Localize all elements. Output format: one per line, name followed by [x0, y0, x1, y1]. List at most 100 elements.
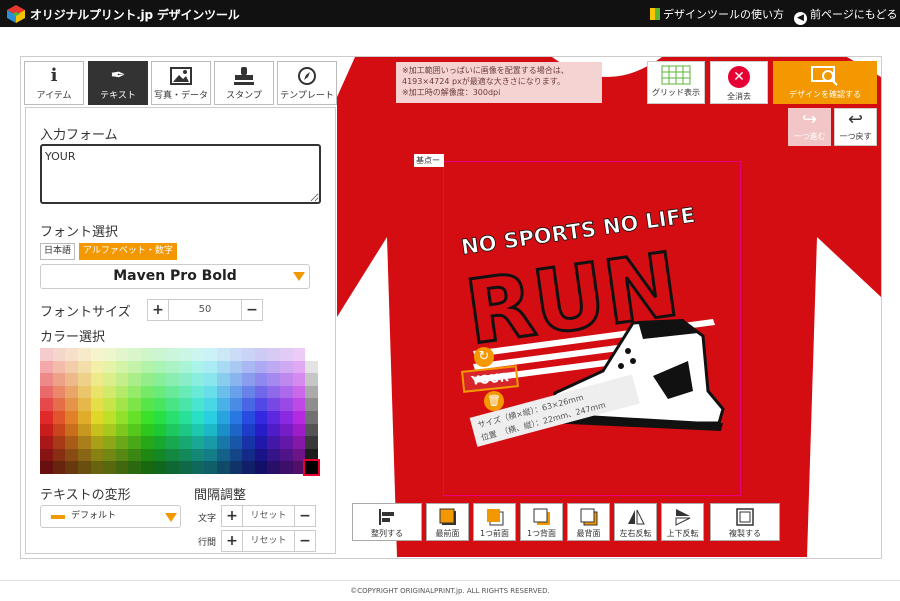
color-swatch[interactable] — [179, 461, 192, 474]
color-swatch[interactable] — [103, 385, 116, 399]
color-swatch[interactable] — [229, 461, 243, 474]
color-swatch[interactable] — [52, 411, 66, 424]
color-swatch[interactable] — [254, 448, 268, 462]
color-swatch[interactable] — [65, 423, 78, 437]
color-swatch[interactable] — [292, 398, 306, 411]
color-swatch[interactable] — [267, 436, 281, 449]
color-swatch[interactable] — [216, 348, 230, 361]
color-swatch[interactable] — [153, 360, 167, 374]
color-swatch[interactable] — [292, 423, 306, 437]
color-swatch[interactable] — [254, 423, 268, 437]
color-swatch[interactable] — [128, 448, 142, 462]
color-swatch[interactable] — [229, 448, 243, 462]
color-palette[interactable] — [40, 348, 320, 476]
color-swatch[interactable] — [191, 348, 205, 361]
color-swatch[interactable] — [40, 436, 53, 449]
color-swatch[interactable] — [115, 373, 129, 386]
color-swatch[interactable] — [52, 398, 66, 411]
color-swatch[interactable] — [90, 385, 104, 399]
lang-japanese-button[interactable]: 日本語 — [40, 243, 76, 260]
color-swatch[interactable] — [153, 398, 167, 411]
color-swatch[interactable] — [77, 398, 91, 411]
color-swatch[interactable] — [153, 411, 167, 424]
color-swatch[interactable] — [204, 348, 217, 361]
color-swatch[interactable] — [166, 398, 179, 411]
color-swatch[interactable] — [216, 360, 230, 374]
color-swatch[interactable] — [128, 436, 142, 449]
color-swatch[interactable] — [166, 411, 179, 424]
color-swatch[interactable] — [303, 459, 320, 476]
color-swatch[interactable] — [254, 411, 268, 424]
color-swatch[interactable] — [153, 461, 167, 474]
color-swatch[interactable] — [103, 360, 116, 374]
color-swatch[interactable] — [103, 423, 116, 437]
color-swatch[interactable] — [40, 423, 53, 437]
color-swatch[interactable] — [40, 448, 53, 462]
color-swatch[interactable] — [90, 398, 104, 411]
color-swatch[interactable] — [65, 448, 78, 462]
color-swatch[interactable] — [191, 436, 205, 449]
tab-text[interactable]: ✒ テキスト — [88, 61, 148, 105]
color-swatch[interactable] — [65, 436, 78, 449]
color-swatch[interactable] — [103, 461, 116, 474]
color-swatch[interactable] — [305, 360, 318, 374]
color-swatch[interactable] — [216, 373, 230, 386]
color-swatch[interactable] — [65, 411, 78, 424]
lang-alnum-button[interactable]: アルファベット・数字 — [79, 243, 177, 260]
color-swatch[interactable] — [115, 461, 129, 474]
color-swatch[interactable] — [242, 461, 255, 474]
color-swatch[interactable] — [166, 436, 179, 449]
color-swatch[interactable] — [280, 398, 293, 411]
color-swatch[interactable] — [128, 423, 142, 437]
color-swatch[interactable] — [280, 348, 293, 361]
color-swatch[interactable] — [216, 436, 230, 449]
color-swatch[interactable] — [242, 373, 255, 386]
color-swatch[interactable] — [115, 385, 129, 399]
color-swatch[interactable] — [128, 398, 142, 411]
color-swatch[interactable] — [204, 448, 217, 462]
color-swatch[interactable] — [40, 398, 53, 411]
color-swatch[interactable] — [141, 411, 154, 424]
color-swatch[interactable] — [166, 423, 179, 437]
color-swatch[interactable] — [128, 461, 142, 474]
color-swatch[interactable] — [90, 373, 104, 386]
color-swatch[interactable] — [179, 411, 192, 424]
color-swatch[interactable] — [141, 348, 154, 361]
increase-button[interactable]: + — [148, 300, 168, 320]
color-swatch[interactable] — [103, 411, 116, 424]
color-swatch[interactable] — [141, 385, 154, 399]
color-swatch[interactable] — [229, 436, 243, 449]
color-swatch[interactable] — [254, 461, 268, 474]
color-swatch[interactable] — [242, 411, 255, 424]
font-size-value[interactable]: 50 — [168, 300, 242, 320]
color-swatch[interactable] — [77, 436, 91, 449]
backward-one-button[interactable]: 1つ背面 — [520, 503, 563, 541]
color-swatch[interactable] — [77, 360, 91, 374]
color-swatch[interactable] — [204, 461, 217, 474]
forward-one-button[interactable]: 1つ前面 — [473, 503, 516, 541]
decrease-button[interactable]: − — [295, 531, 315, 551]
char-spacing-reset[interactable]: リセット — [242, 506, 295, 526]
color-swatch[interactable] — [267, 398, 281, 411]
color-swatch[interactable] — [280, 373, 293, 386]
color-swatch[interactable] — [115, 436, 129, 449]
color-swatch[interactable] — [90, 436, 104, 449]
color-swatch[interactable] — [216, 448, 230, 462]
flip-vertical-button[interactable]: 上下反転 — [661, 503, 704, 541]
color-swatch[interactable] — [216, 423, 230, 437]
color-swatch[interactable] — [179, 423, 192, 437]
color-swatch[interactable] — [153, 436, 167, 449]
color-swatch[interactable] — [305, 348, 318, 361]
color-swatch[interactable] — [267, 448, 281, 462]
color-swatch[interactable] — [40, 411, 53, 424]
color-swatch[interactable] — [141, 448, 154, 462]
color-swatch[interactable] — [141, 360, 154, 374]
color-swatch[interactable] — [141, 373, 154, 386]
color-swatch[interactable] — [166, 348, 179, 361]
rotate-handle-icon[interactable]: ↻ — [474, 347, 494, 367]
color-swatch[interactable] — [115, 348, 129, 361]
decrease-button[interactable]: − — [295, 506, 315, 526]
color-swatch[interactable] — [280, 423, 293, 437]
color-swatch[interactable] — [179, 448, 192, 462]
color-swatch[interactable] — [254, 385, 268, 399]
